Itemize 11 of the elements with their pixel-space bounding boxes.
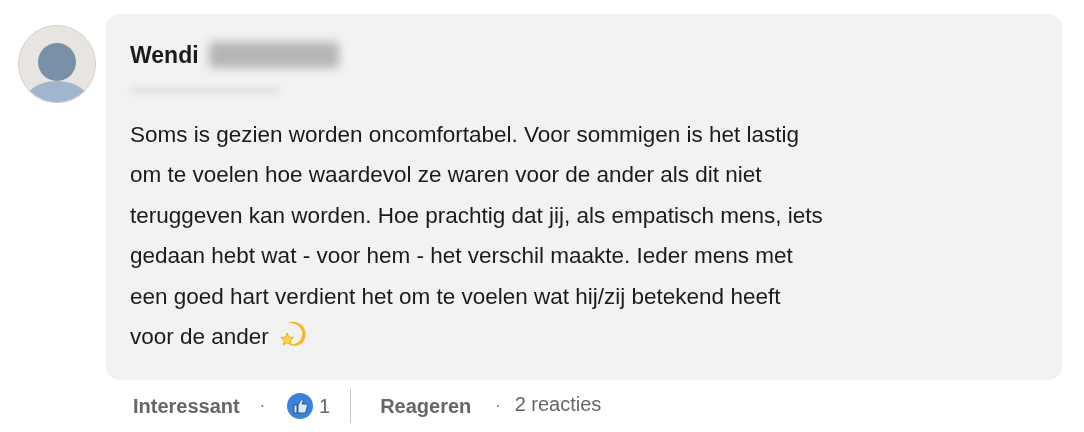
separator-dot: · [259,396,266,416]
avatar[interactable] [18,25,96,103]
thumbs-up-icon [287,393,314,419]
reaction-count[interactable]: 1 [319,391,331,421]
react-button[interactable]: Interessant [133,391,240,421]
reply-button[interactable]: Reageren [380,391,472,421]
shooting-star-icon [278,320,309,349]
separator-dot: · [495,396,501,416]
replies-link[interactable]: 2 reacties [514,389,602,419]
author-name[interactable]: Wendi [130,38,199,73]
comment-text: Soms is gezien worden oncomfortabel. Voor sommigen is het lastig om te voelen hoe waardevol ze waren voor de ander als dit niet teruggeven kan worden. Hoe prachtig dat jij, als empatisch mens, iets gedaan hebt wat - voor hem - het verschil maakte. Ieder mens met een goed hart verdient het om te voelen wat hij/zij betekend heeft voor de ander [130,120,823,351]
